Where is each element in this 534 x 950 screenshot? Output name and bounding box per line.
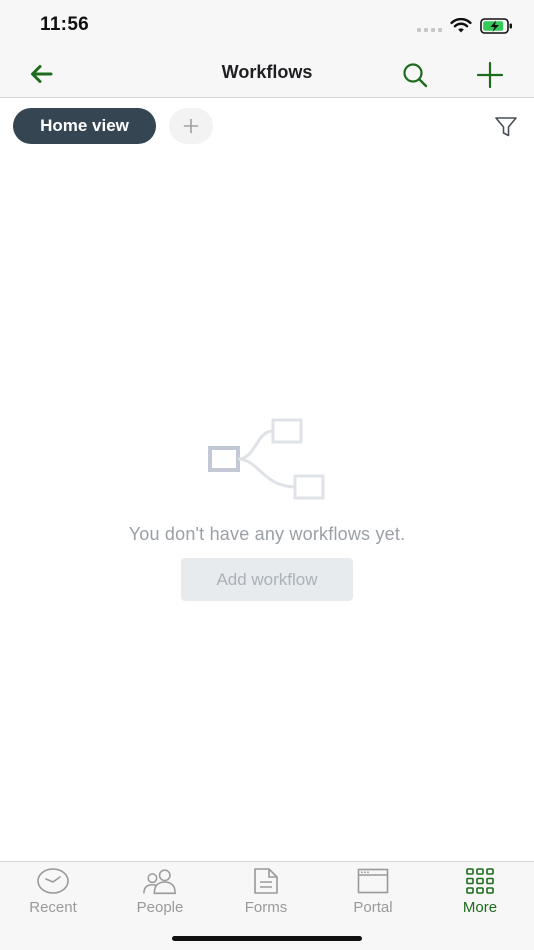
arrow-left-icon [31, 65, 53, 83]
tab-people[interactable]: People [120, 866, 200, 920]
tab-recent[interactable]: Recent [13, 866, 93, 920]
people-icon [143, 869, 176, 895]
back-button[interactable] [26, 60, 56, 88]
document-icon [254, 868, 278, 894]
tab-forms[interactable]: Forms [226, 866, 306, 920]
home-view-chip[interactable]: Home view [13, 108, 156, 144]
page-title: Workflows [221, 62, 313, 82]
add-button[interactable] [474, 59, 506, 91]
plus-icon [183, 118, 199, 134]
tab-label: More [462, 899, 498, 916]
workflow-tree-icon [208, 418, 325, 500]
home-indicator [172, 936, 362, 941]
add-workflow-button[interactable]: Add workflow [181, 558, 353, 601]
tab-label: People [136, 899, 184, 916]
empty-state-message: You don't have any workflows yet. [128, 524, 406, 544]
tab-label: Recent [29, 899, 77, 916]
add-view-button[interactable] [169, 108, 213, 144]
filter-button[interactable] [492, 114, 520, 140]
search-button[interactable] [400, 60, 430, 90]
status-indicators [417, 16, 514, 36]
clock-icon [37, 868, 69, 894]
cellular-signal-icon [417, 20, 442, 32]
grid-icon [466, 868, 494, 894]
battery-charging-icon [480, 18, 512, 34]
status-time: 11:56 [40, 14, 90, 35]
search-icon [403, 63, 428, 88]
plus-icon [476, 61, 504, 89]
status-bar: 11:56 [0, 0, 534, 50]
tab-more[interactable]: More [440, 866, 520, 920]
tab-label: Portal [353, 899, 393, 916]
filter-icon [495, 117, 517, 137]
wifi-icon [450, 18, 472, 33]
tab-label: Forms [244, 899, 288, 916]
browser-window-icon [357, 868, 389, 894]
navigation-bar: Workflows [0, 50, 534, 98]
tab-portal[interactable]: Portal [333, 866, 413, 920]
